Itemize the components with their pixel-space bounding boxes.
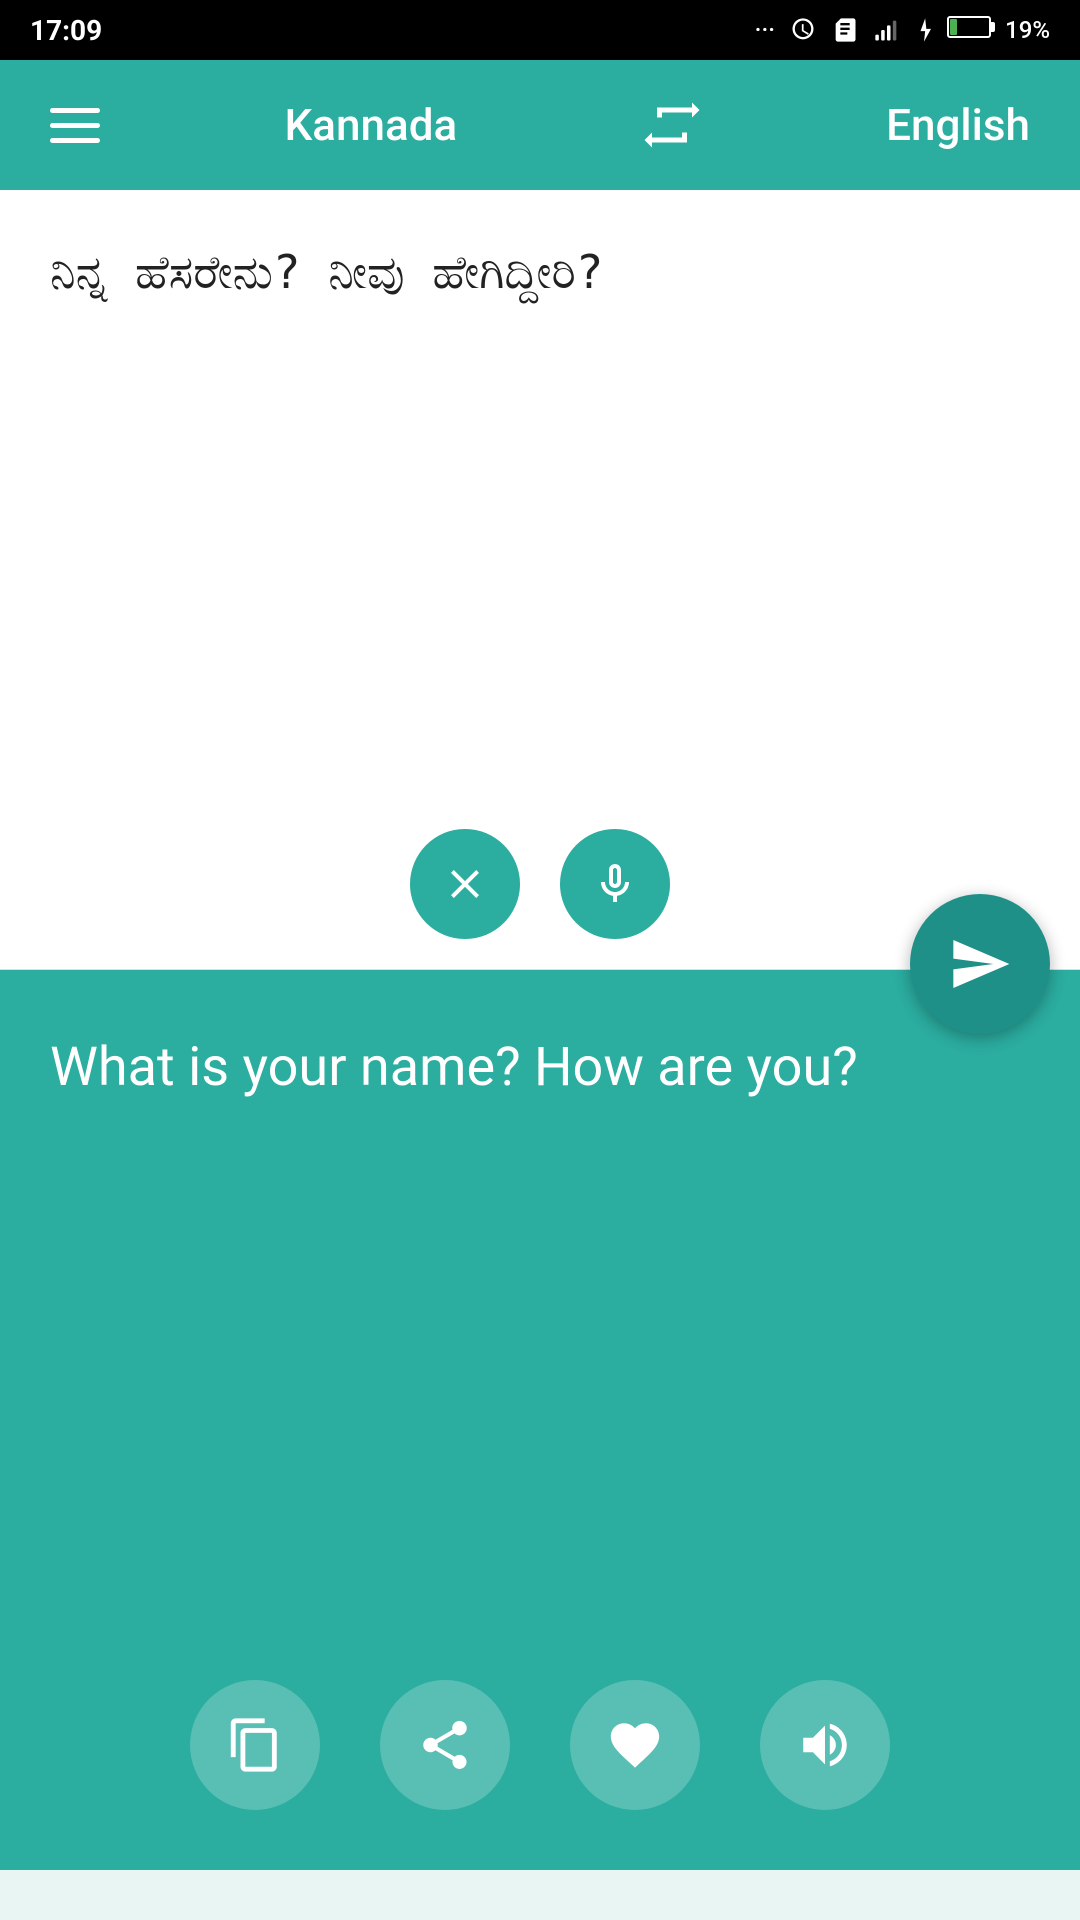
output-section: What is your name? How are you? (0, 970, 1080, 1870)
favorite-button[interactable] (570, 1680, 700, 1810)
status-icons: ··· (755, 16, 1050, 44)
source-language[interactable]: Kannada (284, 99, 457, 151)
microphone-button[interactable] (560, 829, 670, 939)
share-button[interactable] (380, 1680, 510, 1810)
sim-icon (831, 16, 859, 44)
charging-icon (915, 16, 933, 44)
status-bar: 17:09 ··· (0, 0, 1080, 60)
speak-button[interactable] (760, 1680, 890, 1810)
status-time: 17:09 (30, 14, 102, 47)
input-controls (410, 829, 670, 939)
source-text-input[interactable] (0, 190, 1080, 890)
swap-languages-button[interactable] (642, 95, 702, 155)
copy-button[interactable] (190, 1680, 320, 1810)
target-language[interactable]: English (886, 99, 1030, 151)
battery-icon (947, 16, 991, 44)
input-section (0, 190, 1080, 970)
battery-percent: 19% (1005, 16, 1050, 44)
clear-button[interactable] (410, 829, 520, 939)
alarm-icon (789, 16, 817, 44)
translate-button[interactable] (910, 894, 1050, 1034)
signal-icon (873, 16, 901, 44)
toolbar: Kannada English (0, 60, 1080, 190)
menu-button[interactable] (50, 108, 100, 143)
dots-icon: ··· (755, 16, 775, 44)
output-actions (190, 1680, 890, 1810)
translated-text: What is your name? How are you? (50, 1030, 1030, 1106)
